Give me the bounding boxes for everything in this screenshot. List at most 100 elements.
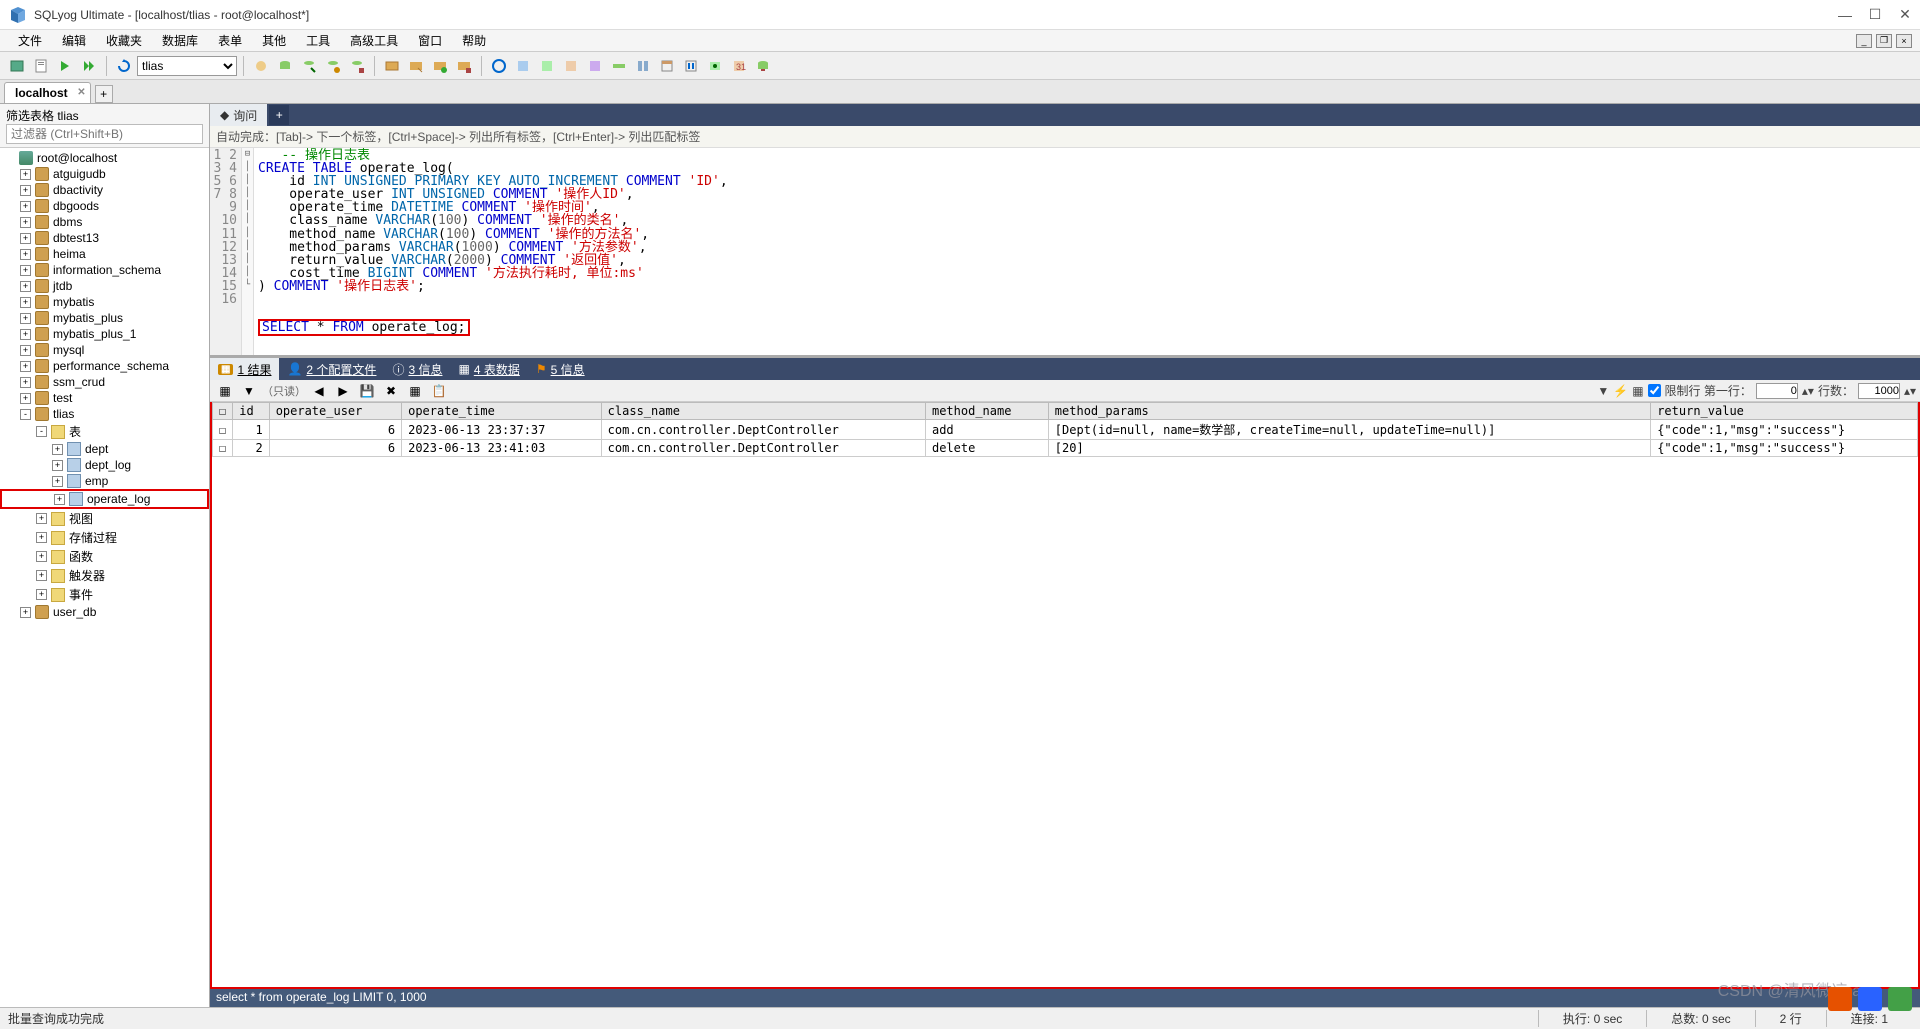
tree-node[interactable]: +heima: [0, 246, 209, 262]
close-button[interactable]: ✕: [1898, 8, 1912, 22]
tree-node[interactable]: +dept: [0, 441, 209, 457]
tree-toggle-icon[interactable]: +: [20, 313, 31, 324]
tool-icon-16[interactable]: [632, 55, 654, 77]
tree-toggle-icon[interactable]: +: [20, 201, 31, 212]
tree-toggle-icon[interactable]: +: [20, 217, 31, 228]
grid-icon[interactable]: ▦: [1632, 384, 1643, 398]
tree-toggle-icon[interactable]: +: [36, 551, 47, 562]
tool-icon-14[interactable]: [584, 55, 606, 77]
tool-icon-9[interactable]: [453, 55, 475, 77]
tool-icon-11[interactable]: [512, 55, 534, 77]
tree-node[interactable]: +atguigudb: [0, 166, 209, 182]
grid-column-header[interactable]: return_value: [1651, 403, 1918, 420]
menu-tools[interactable]: 工具: [296, 30, 340, 51]
tree-node-operate-log[interactable]: +operate_log: [0, 489, 209, 509]
menu-other[interactable]: 其他: [252, 30, 296, 51]
menu-help[interactable]: 帮助: [452, 30, 496, 51]
mdi-close-button[interactable]: ×: [1896, 34, 1912, 48]
result-tool-icon[interactable]: ▼: [238, 380, 260, 402]
tree-toggle-icon[interactable]: +: [36, 589, 47, 600]
mdi-minimize-button[interactable]: _: [1856, 34, 1872, 48]
tool-icon-15[interactable]: [608, 55, 630, 77]
table-row[interactable]: ☐262023-06-13 23:41:03com.cn.controller.…: [213, 440, 1918, 457]
tree-node[interactable]: +函数: [0, 547, 209, 566]
tool-icon-18[interactable]: [680, 55, 702, 77]
grid-header-checkbox[interactable]: ☐: [213, 403, 233, 420]
tool-icon-2[interactable]: [274, 55, 296, 77]
result-tool-icon[interactable]: ▦: [404, 380, 426, 402]
tree-toggle-icon[interactable]: -: [36, 426, 47, 437]
execute-all-icon[interactable]: [78, 55, 100, 77]
new-connection-icon[interactable]: [6, 55, 28, 77]
limit-rows-input[interactable]: [1858, 383, 1900, 399]
tree-node[interactable]: +mybatis: [0, 294, 209, 310]
tool-icon-19[interactable]: [704, 55, 726, 77]
tree-node[interactable]: root@localhost: [0, 150, 209, 166]
grid-column-header[interactable]: method_params: [1048, 403, 1650, 420]
tab-close-icon[interactable]: ✕: [77, 87, 85, 98]
tree-node[interactable]: -tlias: [0, 406, 209, 422]
tool-icon-12[interactable]: [536, 55, 558, 77]
tree-node[interactable]: +mybatis_plus: [0, 310, 209, 326]
result-tool-icon[interactable]: ▦: [214, 380, 236, 402]
tree-toggle-icon[interactable]: +: [52, 460, 63, 471]
tree-node[interactable]: +test: [0, 390, 209, 406]
result-tool-icon[interactable]: ✖: [380, 380, 402, 402]
execute-query-icon[interactable]: [54, 55, 76, 77]
limit-checkbox[interactable]: [1648, 384, 1661, 397]
refresh-icon[interactable]: [113, 55, 135, 77]
grid-column-header[interactable]: id: [233, 403, 269, 420]
tree-node[interactable]: +user_db: [0, 604, 209, 620]
tool-icon-1[interactable]: [250, 55, 272, 77]
add-connection-tab-button[interactable]: +: [95, 85, 113, 103]
menu-edit[interactable]: 编辑: [52, 30, 96, 51]
tool-icon-7[interactable]: [405, 55, 427, 77]
tool-icon-20[interactable]: 31: [728, 55, 750, 77]
funnel-icon[interactable]: ▼: [1597, 384, 1609, 398]
tree-node[interactable]: +mysql: [0, 342, 209, 358]
result-tab-2[interactable]: 👤2 个配置文件: [279, 358, 384, 381]
filter-input[interactable]: [6, 124, 203, 144]
tree-toggle-icon[interactable]: +: [20, 233, 31, 244]
tool-icon-8[interactable]: [429, 55, 451, 77]
grid-column-header[interactable]: class_name: [601, 403, 925, 420]
result-grid[interactable]: ☐idoperate_useroperate_timeclass_namemet…: [212, 402, 1918, 457]
tree-toggle-icon[interactable]: +: [20, 185, 31, 196]
result-tab-1[interactable]: ▦1 结果: [210, 358, 279, 381]
tree-toggle-icon[interactable]: +: [20, 169, 31, 180]
query-tab[interactable]: ◆ 询问: [210, 104, 267, 127]
connection-tab[interactable]: localhost ✕: [4, 82, 91, 103]
tree-node[interactable]: +存储过程: [0, 528, 209, 547]
menu-database[interactable]: 数据库: [152, 30, 208, 51]
tool-icon-21[interactable]: [752, 55, 774, 77]
tree-node[interactable]: +information_schema: [0, 262, 209, 278]
menu-file[interactable]: 文件: [8, 30, 52, 51]
tool-icon-13[interactable]: [560, 55, 582, 77]
database-selector[interactable]: tlias: [137, 56, 237, 76]
result-tool-icon[interactable]: 📋: [428, 380, 450, 402]
menu-advanced[interactable]: 高级工具: [340, 30, 408, 51]
tree-node[interactable]: +dbactivity: [0, 182, 209, 198]
result-tool-icon[interactable]: 💾: [356, 380, 378, 402]
tree-toggle-icon[interactable]: +: [52, 476, 63, 487]
result-tab-3[interactable]: ⓘ3 信息: [384, 358, 450, 381]
tree-toggle-icon[interactable]: +: [20, 329, 31, 340]
tree-node[interactable]: +ssm_crud: [0, 374, 209, 390]
tree-toggle-icon[interactable]: +: [52, 444, 63, 455]
add-query-tab-button[interactable]: +: [269, 105, 289, 125]
tool-icon-10[interactable]: [488, 55, 510, 77]
tree-node[interactable]: +dbms: [0, 214, 209, 230]
tree-toggle-icon[interactable]: +: [20, 607, 31, 618]
maximize-button[interactable]: ☐: [1868, 8, 1882, 22]
tool-icon-4[interactable]: [322, 55, 344, 77]
tree-toggle-icon[interactable]: +: [20, 393, 31, 404]
minimize-button[interactable]: —: [1838, 8, 1852, 22]
tree-node[interactable]: +mybatis_plus_1: [0, 326, 209, 342]
editor-body[interactable]: -- 操作日志表 CREATE TABLE operate_log( id IN…: [254, 148, 1920, 355]
tree-toggle-icon[interactable]: +: [20, 281, 31, 292]
tree-node[interactable]: -表: [0, 422, 209, 441]
filter-icon[interactable]: ⚡: [1613, 384, 1628, 398]
tree-toggle-icon[interactable]: +: [20, 377, 31, 388]
tree-toggle-icon[interactable]: +: [20, 249, 31, 260]
mdi-restore-button[interactable]: ❐: [1876, 34, 1892, 48]
